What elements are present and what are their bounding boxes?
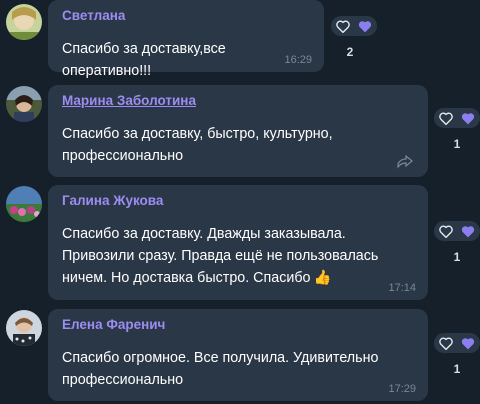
reaction-pill[interactable]: [434, 221, 480, 241]
avatar[interactable]: [6, 86, 42, 122]
heart-filled-icon[interactable]: [461, 225, 475, 238]
avatar[interactable]: [6, 4, 42, 40]
timestamp: 16:29: [284, 54, 312, 66]
reaction-pill[interactable]: [331, 16, 377, 36]
heart-filled-icon[interactable]: [358, 20, 372, 33]
message-bubble[interactable]: Марина Заболотина Спасибо за доставку, б…: [48, 85, 428, 177]
message-text: Спасибо за доставку. Дважды заказывала. …: [62, 223, 414, 289]
author-name[interactable]: Елена Фаренич: [62, 317, 414, 333]
reaction-count: 1: [453, 250, 461, 264]
reaction-count: 1: [453, 362, 461, 376]
author-name[interactable]: Светлана: [62, 8, 310, 24]
heart-outline-icon[interactable]: [336, 20, 350, 33]
heart-outline-icon[interactable]: [439, 225, 453, 238]
timestamp: 17:14: [388, 282, 416, 294]
message-bubble[interactable]: Светлана Спасибо за доставку,все операти…: [48, 0, 324, 79]
message-text: Спасибо за доставку, быстро, культурно, …: [62, 126, 333, 164]
forward-icon[interactable]: [396, 155, 414, 169]
avatar-photo-icon: [6, 310, 42, 346]
avatar-photo-icon: [6, 86, 42, 122]
reaction-pill[interactable]: [434, 333, 480, 353]
thumbs-up-emoji: 👍: [313, 270, 332, 286]
reaction-count: 1: [453, 137, 461, 151]
message-text: Спасибо за доставку,все оперативно!!!: [62, 41, 226, 79]
avatar[interactable]: [6, 186, 42, 222]
avatar-photo-icon: [6, 186, 42, 222]
heart-outline-icon[interactable]: [439, 337, 453, 350]
avatar[interactable]: [6, 310, 42, 346]
heart-filled-icon[interactable]: [461, 337, 475, 350]
heart-filled-icon[interactable]: [461, 112, 475, 125]
message-bubble[interactable]: Галина Жукова Спасибо за доставку. Дважд…: [48, 185, 428, 300]
heart-outline-icon[interactable]: [439, 112, 453, 125]
reaction-count: 2: [346, 45, 354, 59]
message-bubble[interactable]: Елена Фаренич Спасибо огромное. Все полу…: [48, 309, 428, 401]
author-name[interactable]: Галина Жукова: [62, 193, 414, 209]
message-text: Спасибо огромное. Все получила. Удивител…: [62, 350, 379, 388]
avatar-photo-icon: [6, 4, 42, 40]
reaction-pill[interactable]: [434, 108, 480, 128]
author-name[interactable]: Марина Заболотина: [62, 93, 414, 109]
timestamp: 17:29: [388, 383, 416, 395]
